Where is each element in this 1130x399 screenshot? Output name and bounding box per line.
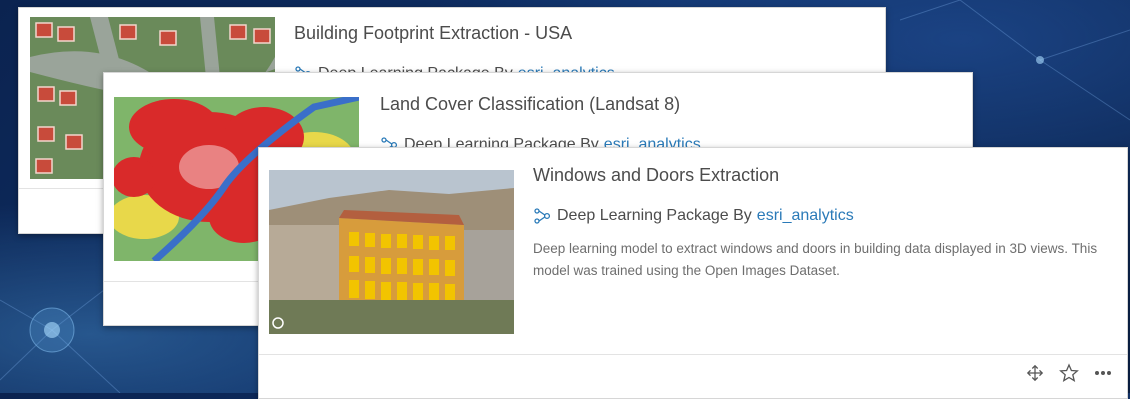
- owner-link[interactable]: esri_analytics: [757, 207, 854, 225]
- move-icon[interactable]: [1025, 363, 1045, 383]
- card-title[interactable]: Building Footprint Extraction - USA: [294, 23, 572, 44]
- card-title[interactable]: Windows and Doors Extraction: [533, 165, 779, 186]
- star-icon[interactable]: [1059, 363, 1079, 383]
- item-card-windows-doors[interactable]: Windows and Doors Extraction Deep Learni…: [258, 147, 1128, 399]
- more-options-icon[interactable]: [1093, 363, 1113, 383]
- item-type-label: Deep Learning Package By: [557, 207, 752, 224]
- card-description: Deep learning model to extract windows a…: [533, 241, 1098, 278]
- card-actions: [1025, 363, 1113, 383]
- card-footer-divider: [259, 354, 1127, 355]
- card-title[interactable]: Land Cover Classification (Landsat 8): [380, 94, 680, 115]
- card-item-type: Deep Learning Package By esri_analytics: [533, 207, 854, 225]
- deep-learning-package-icon: [534, 208, 551, 224]
- windows-doors-thumbnail[interactable]: [269, 170, 514, 334]
